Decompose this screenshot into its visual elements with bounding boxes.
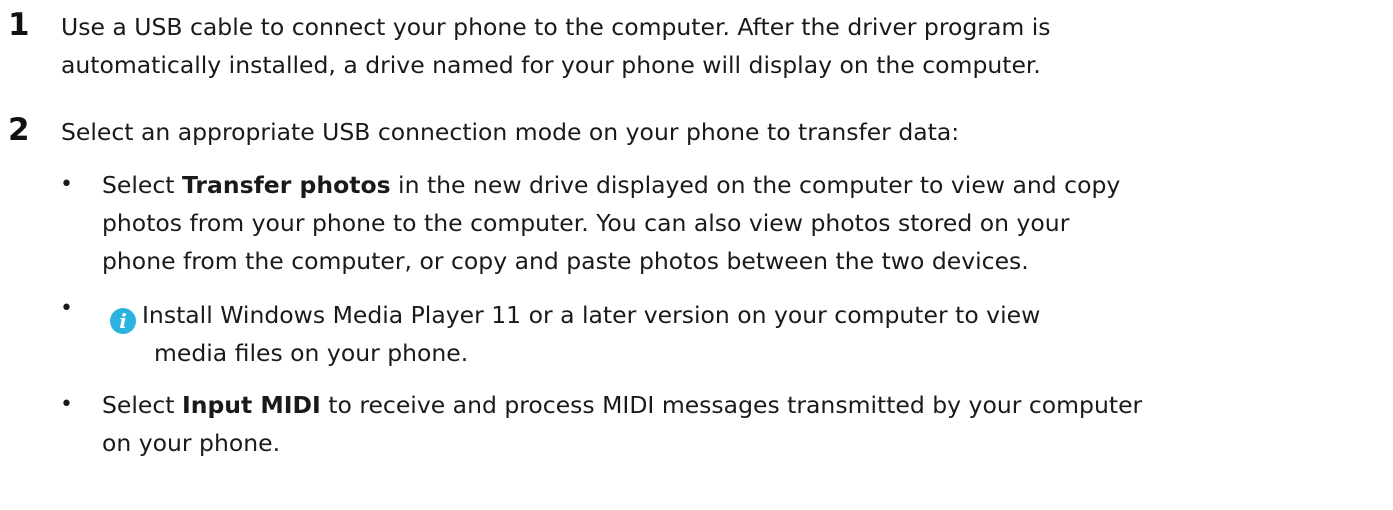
note-line: media files on your phone. <box>154 339 469 367</box>
bullet-line: on your phone. <box>102 429 281 457</box>
bullet-rest: to receive and process MIDI messages tra… <box>320 391 1143 419</box>
bullet-line: Select Transfer photos in the new drive … <box>102 166 1392 204</box>
bullet-line: photos from your phone to the computer. … <box>102 209 1070 237</box>
step-line: automatically installed, a drive named f… <box>61 51 1041 79</box>
bullet-dot: • <box>60 392 73 417</box>
transfer-photos-option: Transfer photos <box>181 171 391 199</box>
bullet-pre: Select <box>102 391 182 419</box>
bullet-pre: Select <box>102 171 182 199</box>
bullet-line: phone from the computer, or copy and pas… <box>102 247 1029 275</box>
note-text: i Install Windows Media Player 11 or a la… <box>110 296 1393 372</box>
step-line: Use a USB cable to connect your phone to… <box>61 13 1051 41</box>
input-midi-option: Input MIDI <box>181 391 321 419</box>
bullet-text: Select Input MIDI to receive and process… <box>102 386 1392 462</box>
bullet-dot: • <box>60 296 73 321</box>
step-line: Select an appropriate USB connection mod… <box>61 118 960 146</box>
bullet-line: Select Input MIDI to receive and process… <box>102 386 1392 424</box>
info-icon: i <box>110 308 136 334</box>
bullet-rest: in the new drive displayed on the comput… <box>390 171 1121 199</box>
instruction-document: 1 Use a USB cable to connect your phone … <box>0 0 1393 510</box>
step-number: 1 <box>8 7 30 43</box>
bullet-text: Select Transfer photos in the new drive … <box>102 166 1392 280</box>
note-line: i Install Windows Media Player 11 or a la… <box>110 296 1393 334</box>
bullet-dot: • <box>60 172 73 197</box>
step-number: 2 <box>8 112 30 148</box>
note-line-1: Install Windows Media Player 11 or a lat… <box>142 301 1041 329</box>
step-text: Use a USB cable to connect your phone to… <box>61 8 1381 84</box>
step-text: Select an appropriate USB connection mod… <box>61 113 1381 151</box>
